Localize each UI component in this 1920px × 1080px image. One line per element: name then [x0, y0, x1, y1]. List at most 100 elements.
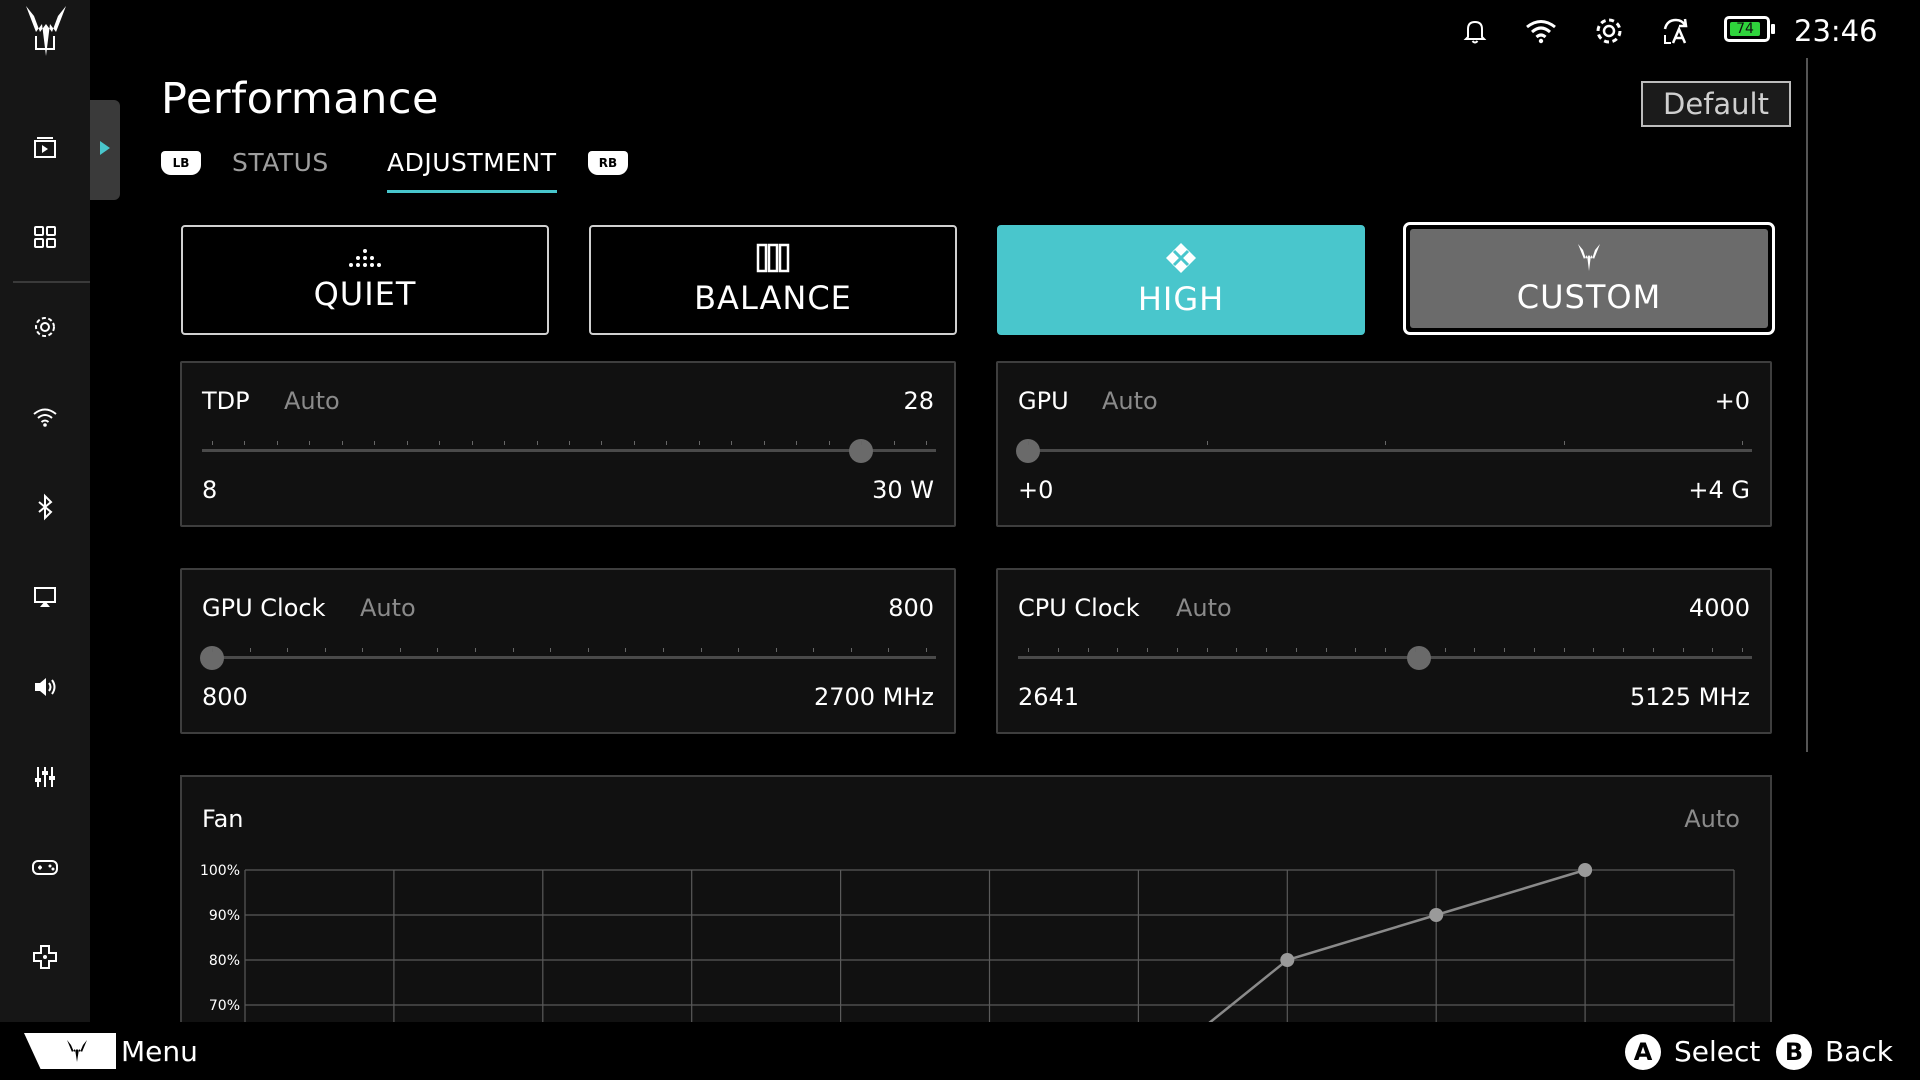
slider-tick: [1652, 648, 1654, 652]
rb-bumper-hint: RB: [588, 151, 628, 175]
slider-tick: [287, 648, 289, 652]
mode-high-button[interactable]: HIGH: [997, 225, 1365, 335]
slider-mode[interactable]: Auto: [284, 387, 340, 415]
slider-tick: [1028, 648, 1029, 652]
library-icon[interactable]: [25, 36, 65, 64]
apps-grid-icon[interactable]: [25, 217, 65, 257]
sidebar-collapse-tab[interactable]: [90, 100, 120, 200]
slider-track[interactable]: [202, 656, 936, 659]
mode-balance-button[interactable]: BALANCE: [589, 225, 957, 335]
slider-tick: [926, 441, 927, 445]
slider-tick: [1712, 648, 1714, 652]
tdp-card: TDP Auto 28 8 30 W: [180, 361, 956, 527]
slider-tick: [1593, 648, 1595, 652]
arrow-right-icon: [100, 141, 110, 155]
default-button[interactable]: Default: [1641, 81, 1791, 127]
fan-curve-point[interactable]: [1578, 863, 1593, 877]
fan-y-tick-label: 90%: [209, 908, 240, 924]
sidebar: [0, 0, 90, 1080]
volume-icon[interactable]: [25, 667, 65, 707]
slider-tick: [475, 648, 477, 652]
slider-min: 2641: [1018, 683, 1080, 711]
gear-icon[interactable]: [1590, 12, 1628, 50]
slider-track[interactable]: [1018, 656, 1752, 659]
mode-label: QUIET: [313, 275, 417, 313]
wifi-icon[interactable]: [1522, 12, 1560, 50]
slider-track[interactable]: [202, 449, 936, 452]
slider-tick: [1385, 441, 1386, 445]
wifi-icon[interactable]: [25, 397, 65, 437]
slider-mode[interactable]: Auto: [360, 594, 416, 622]
back-hint: Back: [1825, 1035, 1893, 1068]
mode-label: CUSTOM: [1516, 277, 1662, 316]
slider-tick: [700, 648, 702, 652]
fan-curve-line: [1205, 868, 1586, 1024]
slider-tick: [1414, 648, 1416, 652]
tab-adjustment[interactable]: ADJUSTMENT: [387, 148, 557, 177]
fan-curve-point[interactable]: [1429, 908, 1444, 922]
gamepad-icon[interactable]: [25, 847, 65, 887]
fan-curve-point[interactable]: [1280, 953, 1295, 967]
slider-tick: [1087, 648, 1089, 652]
a-button-icon: A: [1625, 1034, 1661, 1070]
slider-tick: [437, 648, 439, 652]
slider-tick: [276, 441, 278, 445]
slider-tick: [625, 648, 627, 652]
custom-icon: [1578, 243, 1600, 271]
scrollbar[interactable]: [1806, 58, 1808, 752]
slider-tick: [731, 441, 733, 445]
slider-tick: [212, 648, 213, 652]
slider-tick: [309, 441, 311, 445]
slider-tick: [813, 648, 815, 652]
slider-tick: [698, 441, 700, 445]
slider-tick: [1266, 648, 1267, 652]
bell-icon[interactable]: [1456, 12, 1494, 50]
tab-status[interactable]: STATUS: [232, 148, 329, 177]
slider-min: 8: [202, 476, 218, 504]
dpad-icon[interactable]: [25, 937, 65, 977]
slider-tick: [1325, 648, 1327, 652]
fan-y-tick-label: 100%: [200, 863, 240, 879]
cpu-clock-card: CPU Clock Auto 4000 2641 5125 MHz: [996, 568, 1772, 734]
slider-mode[interactable]: Auto: [1102, 387, 1158, 415]
slider-track[interactable]: [1018, 449, 1752, 452]
slider-tick: [1236, 648, 1238, 652]
settings-icon[interactable]: [25, 307, 65, 347]
mode-custom-button[interactable]: CUSTOM: [1403, 222, 1775, 335]
slider-tick: [888, 648, 890, 652]
slider-tick: [471, 441, 473, 445]
slider-tick: [662, 648, 664, 652]
fan-y-tick-label: 70%: [209, 998, 240, 1014]
fan-curve-chart[interactable]: 100% 90% 80% 70%: [182, 777, 1774, 1024]
slider-tick: [324, 648, 326, 652]
slider-tick: [1444, 648, 1446, 652]
slider-mode[interactable]: Auto: [1176, 594, 1232, 622]
slider-tick: [738, 648, 740, 652]
slider-tick: [362, 648, 364, 652]
slider-thumb[interactable]: [1406, 646, 1431, 670]
slider-tick: [1563, 648, 1565, 652]
slider-tick: [249, 648, 251, 652]
slider-max: +4 G: [1688, 476, 1750, 504]
slider-tick: [536, 441, 538, 445]
slider-tick: [1295, 648, 1297, 652]
sidebar-divider: [13, 281, 90, 283]
slider-tick: [926, 648, 927, 652]
bluetooth-icon[interactable]: [25, 487, 65, 527]
slider-tick: [374, 441, 376, 445]
media-icon[interactable]: [25, 127, 65, 167]
equalizer-icon[interactable]: [25, 757, 65, 797]
brand-logo-icon: [67, 1040, 87, 1062]
refresh-icon[interactable]: [1658, 12, 1696, 50]
slider-name: GPU Clock: [202, 594, 326, 622]
slider-tick: [861, 441, 863, 445]
slider-tick: [1563, 441, 1565, 445]
display-cast-icon[interactable]: [25, 577, 65, 617]
mode-quiet-button[interactable]: QUIET: [181, 225, 549, 335]
battery-icon: 74: [1724, 16, 1775, 42]
quiet-icon: [349, 249, 381, 267]
gpu-clock-card: GPU Clock Auto 800 800 2700 MHz: [180, 568, 956, 734]
slider-tick: [796, 441, 798, 445]
slider-tick: [893, 441, 895, 445]
fan-y-tick-label: 80%: [209, 953, 240, 969]
